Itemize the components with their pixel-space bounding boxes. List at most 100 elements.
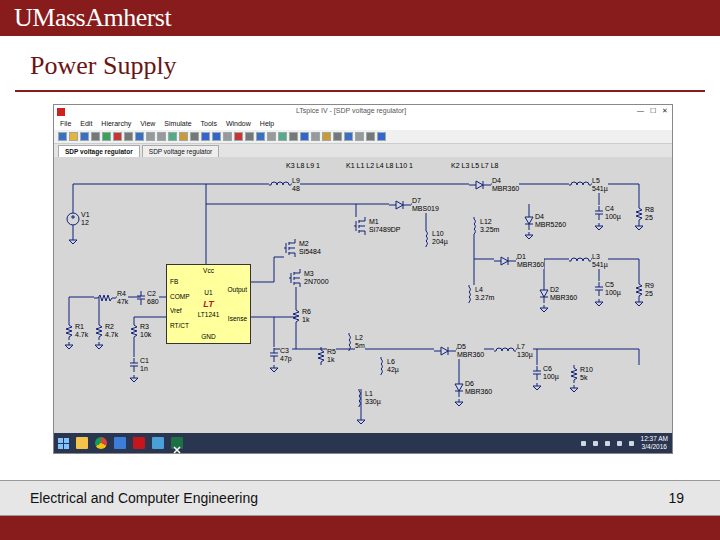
menu-item[interactable]: Hierarchy: [101, 119, 131, 130]
resistor-component[interactable]: R24.7k: [94, 322, 118, 340]
controller-chip[interactable]: VccFBCOMPVrefRT/CTU1LTLT1241OutputIsense…: [166, 264, 251, 344]
diode-component[interactable]: D6MBR360: [454, 379, 492, 397]
toolbar-button-icon[interactable]: [355, 132, 364, 141]
toolbar-button-icon[interactable]: [212, 132, 221, 141]
inductor-component[interactable]: L7130µ: [494, 343, 533, 359]
toolbar-button-icon[interactable]: [289, 132, 298, 141]
app-icon[interactable]: [152, 437, 164, 449]
diode-component[interactable]: D4MBR360: [469, 177, 519, 193]
menu-item[interactable]: Edit: [80, 119, 92, 130]
menu-item[interactable]: View: [140, 119, 155, 130]
inductor-component[interactable]: L948: [269, 177, 300, 193]
app-icon[interactable]: [114, 437, 126, 449]
inductor-component[interactable]: L1330µ: [354, 389, 381, 407]
tray-icon[interactable]: [581, 441, 586, 446]
resistor-component[interactable]: R61k: [291, 307, 311, 325]
spice-directive[interactable]: K3 L8 L9 1: [286, 162, 320, 170]
toolbar-button-icon[interactable]: [256, 132, 265, 141]
inductor-component[interactable]: L25m: [344, 333, 365, 351]
resistor-component[interactable]: R825: [634, 205, 654, 223]
toolbar-button-icon[interactable]: [377, 132, 386, 141]
menu-item[interactable]: Simulate: [164, 119, 191, 130]
cap-component[interactable]: C4100µ: [594, 205, 621, 221]
mosfet-component[interactable]: M2Si5484: [284, 239, 321, 257]
diode-component[interactable]: D5MBR360: [434, 343, 484, 359]
toolbar-button-icon[interactable]: [157, 132, 166, 141]
document-tab[interactable]: SDP voltage regulator: [142, 145, 219, 157]
toolbar-button-icon[interactable]: [102, 132, 111, 141]
toolbar-button-icon[interactable]: [91, 132, 100, 141]
inductor-component[interactable]: L10204µ: [421, 229, 448, 247]
minimize-button[interactable]: —: [637, 106, 644, 117]
menu-item[interactable]: Window: [226, 119, 251, 130]
toolbar-button-icon[interactable]: [179, 132, 188, 141]
windows-start-icon[interactable]: [58, 438, 69, 449]
spice-directive[interactable]: K1 L1 L2 L4 L8 L10 1: [346, 162, 413, 170]
window-controls: — ☐ ✕: [637, 106, 672, 117]
toolbar-button-icon[interactable]: [267, 132, 276, 141]
tray-icon[interactable]: [617, 441, 622, 446]
toolbar-button-icon[interactable]: [146, 132, 155, 141]
cap-component[interactable]: C11n: [129, 357, 149, 373]
toolbar-button-icon[interactable]: [80, 132, 89, 141]
cap-component[interactable]: C6100µ: [532, 365, 559, 381]
inductor-component[interactable]: L5541µ: [569, 177, 608, 193]
menu-item[interactable]: Help: [260, 119, 274, 130]
tray-icon[interactable]: [629, 441, 634, 446]
diode-component[interactable]: D4MBR5260: [524, 212, 566, 230]
inductor-component[interactable]: L3541µ: [569, 253, 608, 269]
tray-icon[interactable]: [605, 441, 610, 446]
toolbar-button-icon[interactable]: [58, 132, 67, 141]
resistor-component[interactable]: R310k: [129, 322, 151, 340]
toolbar-button-icon[interactable]: [113, 132, 122, 141]
mosfet-component[interactable]: M32N7000: [289, 269, 329, 287]
document-tab[interactable]: SDP voltage regulator: [58, 145, 140, 157]
inductor-component[interactable]: L642µ: [376, 357, 399, 375]
toolbar-button-icon[interactable]: [344, 132, 353, 141]
toolbar-button-icon[interactable]: [124, 132, 133, 141]
resistor-component[interactable]: R925: [634, 281, 654, 299]
mosfet-component[interactable]: M1Si7489DP: [354, 217, 401, 235]
folder-icon[interactable]: [76, 437, 88, 449]
diode-component[interactable]: D1MBR360: [494, 253, 544, 269]
toolbar-button-icon[interactable]: [245, 132, 254, 141]
tray-icon[interactable]: [593, 441, 598, 446]
resistor-component[interactable]: R51k: [316, 347, 336, 365]
resistor-component[interactable]: R447k: [94, 290, 128, 306]
resistor-component[interactable]: R14.7k: [64, 322, 88, 340]
menu-item[interactable]: Tools: [201, 119, 217, 130]
toolbar-button-icon[interactable]: [69, 132, 78, 141]
toolbar-button-icon[interactable]: [234, 132, 243, 141]
resistor-component[interactable]: R105k: [569, 365, 593, 383]
diode-component[interactable]: D7MBS019: [389, 197, 439, 213]
excel-icon[interactable]: [171, 437, 183, 449]
toolbar-button-icon[interactable]: [278, 132, 287, 141]
ltspice-icon[interactable]: [133, 437, 145, 449]
toolbar-button-icon[interactable]: [168, 132, 177, 141]
toolbar-button-icon[interactable]: [201, 132, 210, 141]
cap-component[interactable]: C347p: [269, 347, 292, 363]
cap-component[interactable]: C2680: [136, 290, 159, 306]
menu-item[interactable]: File: [60, 119, 71, 130]
taskbar-clock[interactable]: 12:37 AM3/4/2016: [641, 435, 668, 451]
toolbar-button-icon[interactable]: [300, 132, 309, 141]
schematic-canvas[interactable]: K3 L8 L9 1 K1 L1 L2 L4 L8 L10 1 K2 L3 L5 L…: [54, 157, 672, 433]
spice-directive[interactable]: K2 L3 L5 L7 L8: [451, 162, 499, 170]
chrome-icon[interactable]: [95, 437, 107, 449]
cap-component[interactable]: C5100µ: [594, 281, 621, 297]
toolbar-button-icon[interactable]: [322, 132, 331, 141]
inductor-component[interactable]: L43.27m: [464, 285, 494, 303]
close-button[interactable]: ✕: [662, 106, 668, 117]
diode-component[interactable]: D2MBR360: [539, 285, 577, 303]
toolbar-button-icon[interactable]: [311, 132, 320, 141]
toolbar-button-icon[interactable]: [190, 132, 199, 141]
inductor-component[interactable]: L123.25m: [469, 217, 499, 235]
component-value: 47p: [280, 355, 292, 363]
toolbar-button-icon[interactable]: [223, 132, 232, 141]
toolbar-button-icon[interactable]: [135, 132, 144, 141]
component-label: R310k: [140, 323, 151, 339]
maximize-button[interactable]: ☐: [650, 106, 656, 117]
source-component[interactable]: V112: [66, 209, 90, 229]
toolbar-button-icon[interactable]: [366, 132, 375, 141]
toolbar-button-icon[interactable]: [333, 132, 342, 141]
